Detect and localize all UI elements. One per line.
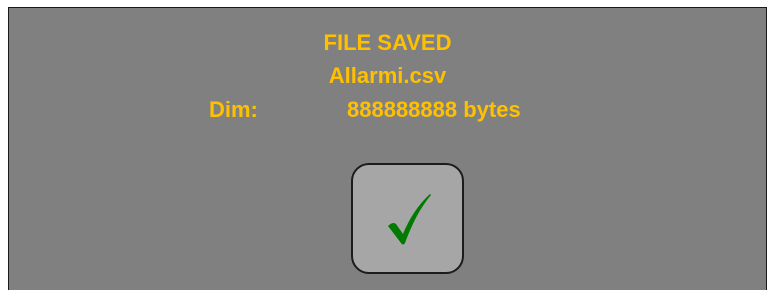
file-saved-dialog: FILE SAVED Allarmi.csv Dim: 888888888 by…: [8, 7, 767, 290]
file-size-value: 888888888 bytes: [347, 97, 521, 122]
saved-file-name: Allarmi.csv: [328, 63, 447, 88]
checkmark-icon: [388, 194, 431, 245]
confirm-button[interactable]: [351, 163, 464, 274]
dialog-title: FILE SAVED: [323, 30, 452, 55]
file-size-label: Dim:: [209, 97, 258, 122]
